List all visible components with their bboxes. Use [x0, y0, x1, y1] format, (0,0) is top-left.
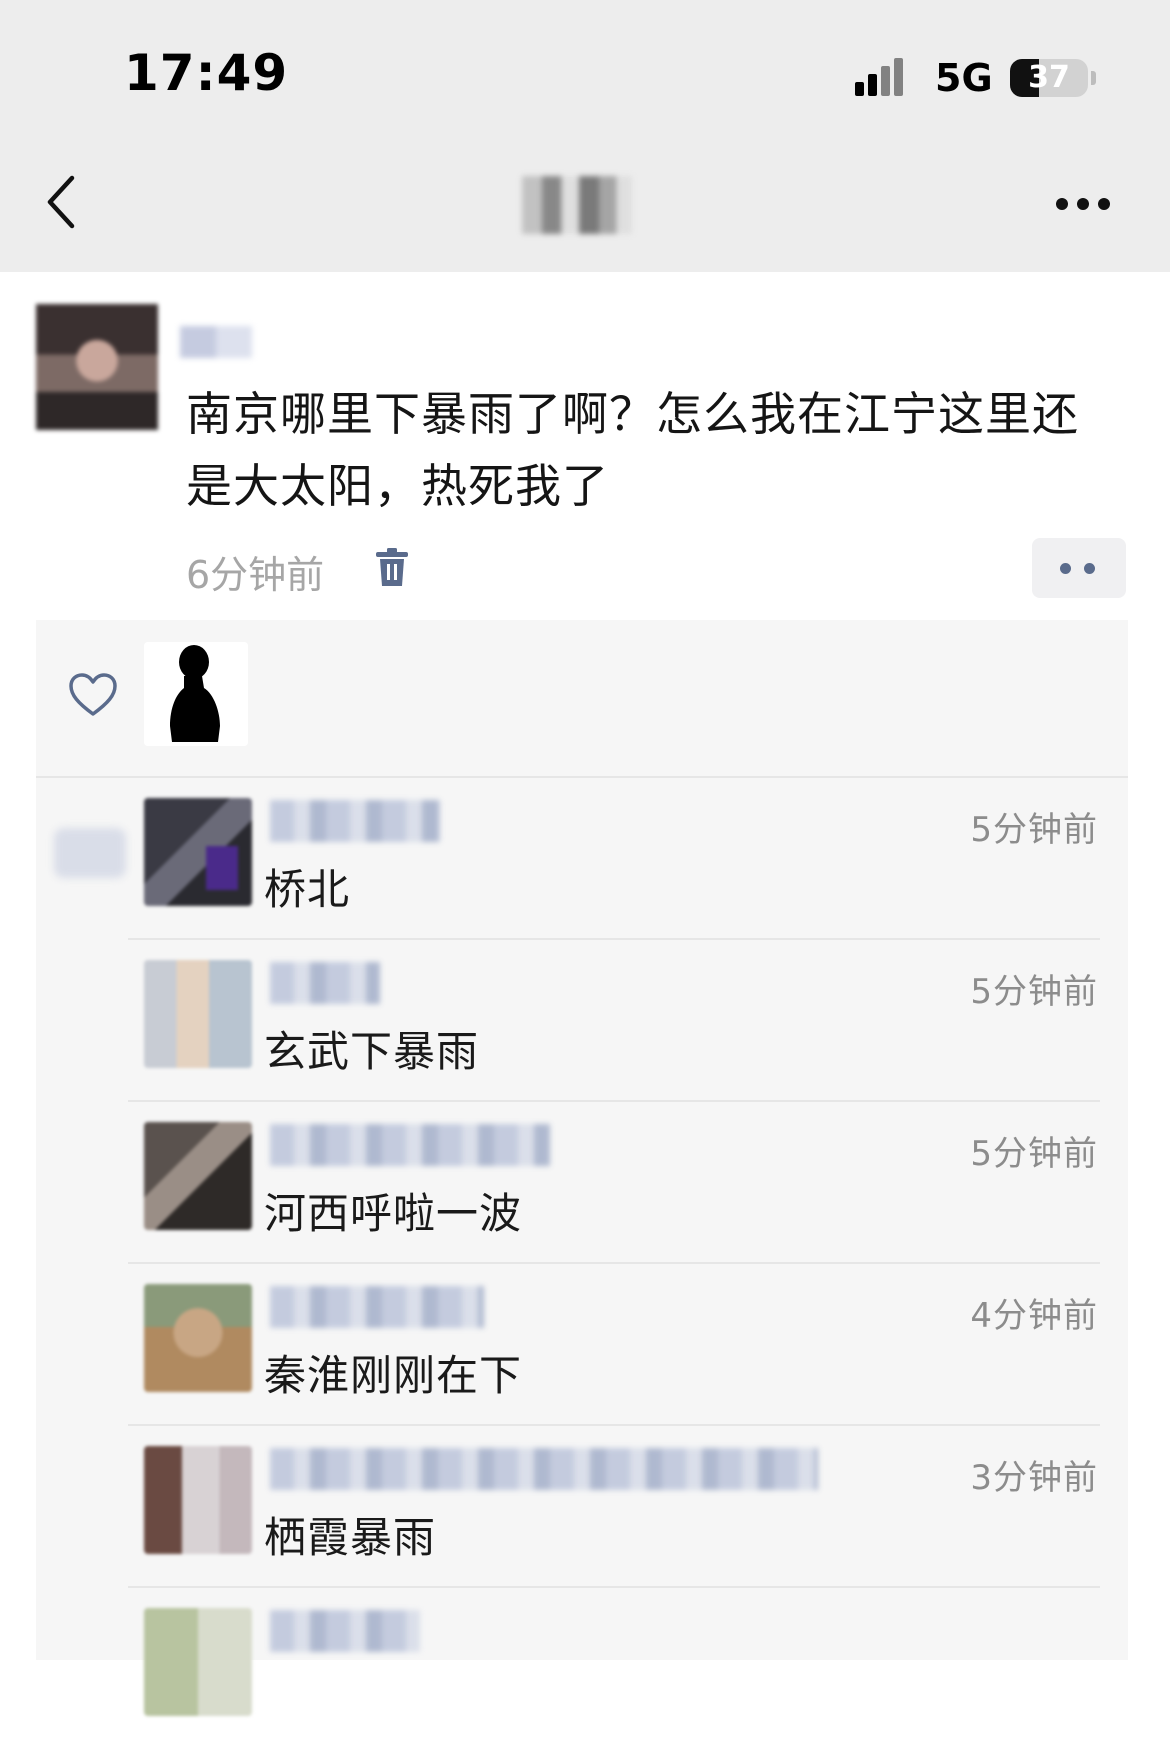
more-button[interactable] — [1056, 198, 1116, 214]
commenter-name-blurred[interactable] — [270, 1124, 550, 1166]
chevron-left-icon — [47, 175, 75, 229]
comment-time: 5分钟前 — [970, 1134, 1098, 1174]
battery-percent: 37 — [1028, 60, 1070, 95]
poster-name-blurred[interactable] — [180, 326, 252, 358]
commenter-avatar[interactable] — [144, 960, 252, 1068]
two-dots-icon — [1060, 563, 1071, 574]
status-time: 17:49 — [124, 44, 289, 102]
commenter-name-blurred[interactable] — [270, 1610, 420, 1652]
delete-button[interactable] — [374, 548, 410, 588]
commenter-avatar[interactable] — [144, 798, 252, 906]
commenter-name-blurred[interactable] — [270, 1448, 818, 1490]
commenter-name-blurred[interactable] — [270, 1286, 484, 1328]
comment-time: 4分钟前 — [970, 1296, 1098, 1336]
comment-text: 栖霞暴雨 — [264, 1513, 437, 1562]
battery-tip — [1091, 71, 1096, 85]
trash-icon — [376, 548, 408, 586]
comment-time: 5分钟前 — [970, 810, 1098, 850]
comment-text: 桥北 — [264, 865, 351, 914]
cellular-signal-icon — [855, 56, 917, 100]
commenter-name-blurred[interactable] — [270, 962, 380, 1004]
comment-item[interactable]: 5分钟前 河西呼啦一波 — [36, 1102, 1128, 1264]
back-button[interactable] — [40, 172, 90, 242]
comment-item-partial[interactable] — [36, 1588, 1128, 1750]
top-bar: 17:49 5G 37 — [0, 0, 1170, 272]
commenter-avatar[interactable] — [144, 1446, 252, 1554]
page-title-blurred — [522, 176, 632, 234]
comment-text: 河西呼啦一波 — [264, 1189, 523, 1238]
poster-avatar[interactable] — [36, 304, 158, 430]
commenter-avatar[interactable] — [144, 1608, 252, 1716]
comment-item[interactable]: 5分钟前 玄武下暴雨 — [36, 940, 1128, 1102]
comment-text: 秦淮刚刚在下 — [264, 1351, 523, 1400]
comment-text: 玄武下暴雨 — [264, 1027, 480, 1076]
heart-icon — [68, 672, 118, 718]
battery-icon: 37 — [1010, 59, 1088, 97]
comment-item[interactable]: 4分钟前 秦淮刚刚在下 — [36, 1264, 1128, 1426]
comment-time: 3分钟前 — [970, 1458, 1098, 1498]
network-type: 5G — [935, 56, 993, 100]
commenter-avatar[interactable] — [144, 1122, 252, 1230]
more-dots-icon — [1056, 198, 1068, 210]
liker-avatar[interactable] — [144, 642, 248, 746]
post-text: 南京哪里下暴雨了啊？怎么我在江宁这里还是大太阳，热死我了 — [186, 387, 1079, 513]
commenter-name-blurred[interactable] — [270, 800, 440, 842]
comment-item[interactable]: 3分钟前 栖霞暴雨 — [36, 1426, 1128, 1588]
comment-time: 5分钟前 — [970, 972, 1098, 1012]
post-time: 6分钟前 — [186, 553, 325, 597]
comment-item[interactable]: 5分钟前 桥北 — [36, 778, 1128, 940]
interactions-panel: 5分钟前 桥北 5分钟前 玄武下暴雨 5分钟前 河西呼啦一波 4分钟前 秦淮刚刚… — [36, 620, 1128, 1716]
likes-row — [36, 620, 1128, 776]
commenter-avatar[interactable] — [144, 1284, 252, 1392]
like-comment-button[interactable] — [1032, 538, 1126, 598]
